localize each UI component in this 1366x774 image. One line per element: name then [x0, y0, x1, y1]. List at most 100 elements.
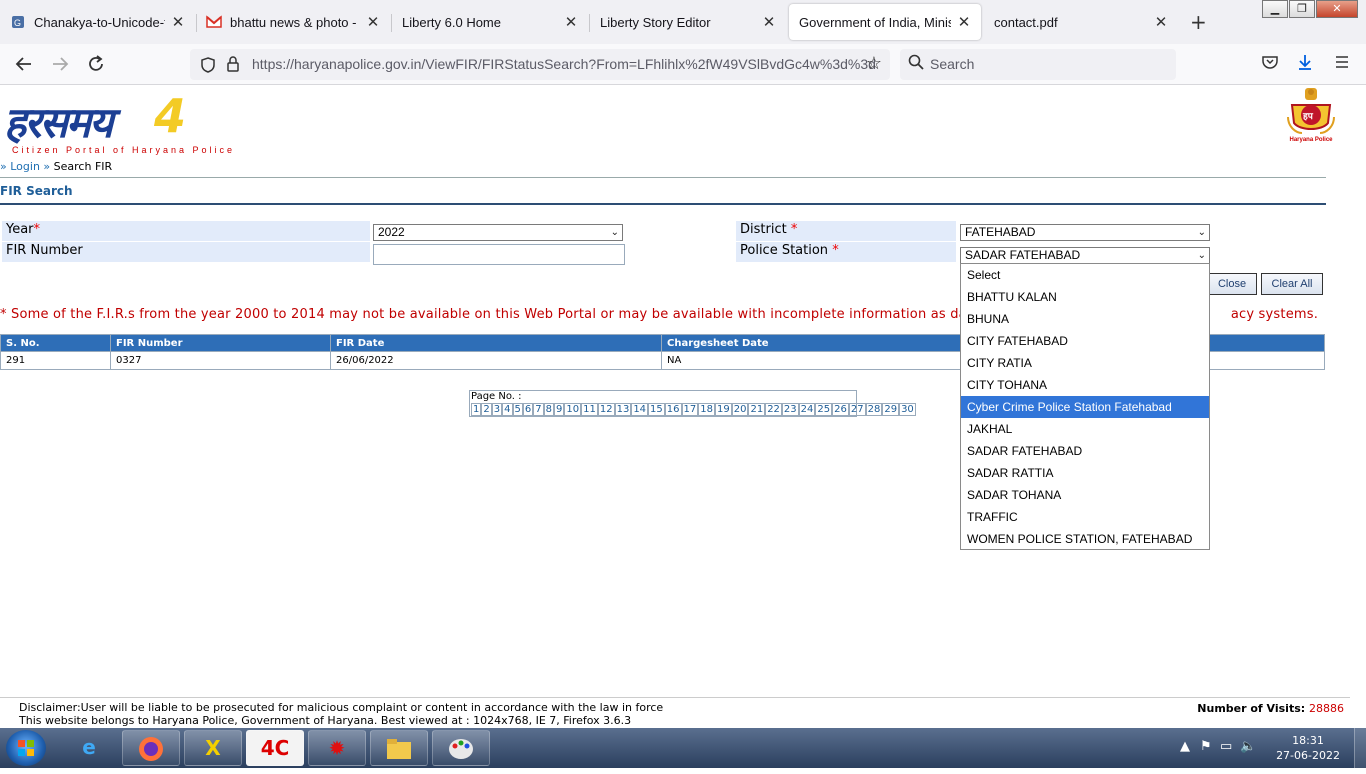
page-link[interactable]: 19 — [714, 403, 732, 416]
police-station-dropdown-list[interactable]: Select BHATTU KALAN BHUNA CITY FATEHABAD CIT… — [960, 263, 1210, 550]
window-close-button[interactable]: ✕ — [1316, 0, 1358, 18]
tab-contact-pdf[interactable]: contact.pdf ✕ — [984, 4, 1178, 40]
close-icon[interactable]: ✕ — [957, 13, 971, 31]
dropdown-option[interactable]: CITY FATEHABAD — [961, 330, 1209, 352]
bookmark-star-icon[interactable]: ☆ — [866, 53, 882, 74]
page-link[interactable]: 4 — [502, 403, 513, 416]
page-link[interactable]: 14 — [631, 403, 649, 416]
page-link[interactable]: 22 — [765, 403, 782, 416]
close-icon[interactable]: ✕ — [564, 13, 578, 31]
tab-government-of-india[interactable]: Government of India, Ministry ✕ — [789, 4, 981, 40]
page-link[interactable]: 1 — [471, 403, 482, 416]
page-link[interactable]: 12 — [597, 403, 615, 416]
xtreme-app-icon[interactable]: X — [184, 730, 242, 766]
dropdown-option[interactable]: BHUNA — [961, 308, 1209, 330]
page-link[interactable]: 23 — [781, 403, 799, 416]
action-center-flag-icon[interactable]: ⚑ — [1200, 739, 1212, 754]
login-link[interactable]: Login — [10, 160, 40, 173]
page-link[interactable]: 7 — [533, 403, 544, 416]
minimize-button[interactable]: ▁ — [1262, 0, 1288, 18]
page-link[interactable]: 28 — [865, 403, 883, 416]
new-tab-button[interactable]: + — [1190, 10, 1207, 34]
page-link[interactable]: 26 — [832, 403, 849, 416]
dropdown-option[interactable]: WOMEN POLICE STATION, FATEHABAD — [961, 528, 1209, 550]
reload-icon[interactable] — [84, 53, 108, 77]
lock-icon[interactable] — [226, 55, 240, 77]
tab-chanakya[interactable]: G Chanakya-to-Unicode-to- ✕ — [0, 4, 195, 40]
harsamay-logo: 4 हरसमय Citizen Portal of Haryana Police — [4, 89, 294, 159]
show-desktop-button[interactable] — [1354, 728, 1366, 768]
page-link[interactable]: 6 — [522, 403, 534, 416]
page-link[interactable]: 17 — [681, 403, 699, 416]
page-link[interactable]: 5 — [512, 403, 523, 416]
page-link[interactable]: 30 — [899, 403, 916, 416]
firefox-icon[interactable] — [122, 730, 180, 766]
windows-start-icon[interactable] — [6, 730, 46, 766]
page-link[interactable]: 11 — [581, 403, 598, 416]
page-link[interactable]: 2 — [481, 403, 492, 416]
shield-icon[interactable] — [200, 56, 216, 78]
dropdown-option[interactable]: SADAR TOHANA — [961, 484, 1209, 506]
paint-app-icon[interactable] — [432, 730, 490, 766]
dropdown-option[interactable]: BHATTU KALAN — [961, 286, 1209, 308]
page-title: FIR Search — [0, 184, 73, 198]
dropdown-option[interactable]: Select — [961, 264, 1209, 286]
chevron-down-icon: ⌄ — [1197, 227, 1206, 238]
network-icon[interactable]: ▭ — [1220, 739, 1232, 754]
dropdown-option[interactable]: TRAFFIC — [961, 506, 1209, 528]
close-icon[interactable]: ✕ — [1154, 13, 1168, 31]
tray-expand-icon[interactable]: ▲ — [1180, 739, 1190, 754]
volume-icon[interactable]: 🔈 — [1240, 739, 1256, 754]
page-link[interactable]: 13 — [614, 403, 632, 416]
tab-liberty-home[interactable]: Liberty 6.0 Home ✕ — [392, 4, 588, 40]
download-icon[interactable] — [1297, 54, 1313, 77]
dropdown-option[interactable]: CITY RATIA — [961, 352, 1209, 374]
clock-time: 18:31 — [1292, 734, 1324, 747]
page-link[interactable]: 27 — [848, 403, 866, 416]
page-link[interactable]: 15 — [648, 403, 665, 416]
dropdown-option[interactable]: SADAR RATTIA — [961, 462, 1209, 484]
page-link[interactable]: 25 — [815, 403, 833, 416]
tab-gmail[interactable]: bhattu news & photo - au ✕ — [196, 4, 390, 40]
clear-all-button[interactable]: Clear All — [1261, 273, 1323, 295]
forward-arrow-icon[interactable] — [48, 53, 72, 77]
maximize-button[interactable]: ❐ — [1289, 0, 1315, 18]
page-link[interactable]: 9 — [554, 403, 565, 416]
police-station-select[interactable]: SADAR FATEHABAD ⌄ — [960, 247, 1210, 264]
page-link[interactable]: 16 — [664, 403, 682, 416]
page-link[interactable]: 29 — [882, 403, 900, 416]
fir-number-input[interactable] — [373, 244, 625, 265]
close-icon[interactable]: ✕ — [762, 13, 776, 31]
internet-explorer-icon[interactable]: e — [60, 730, 118, 766]
page-link[interactable]: 21 — [748, 403, 766, 416]
district-select[interactable]: FATEHABAD ⌄ — [960, 224, 1210, 241]
close-button[interactable]: Close — [1207, 273, 1257, 295]
page-link[interactable]: 24 — [798, 403, 816, 416]
page-link[interactable]: 10 — [564, 403, 582, 416]
page-link[interactable]: 3 — [491, 403, 503, 416]
url-text[interactable]: https://haryanapolice.gov.in/ViewFIR/FIR… — [252, 56, 876, 72]
tab-title: Liberty Story Editor — [600, 14, 711, 30]
year-select[interactable]: 2022 ⌄ — [373, 224, 623, 241]
search-bar[interactable]: Search — [900, 49, 1176, 80]
dropdown-option[interactable]: JAKHAL — [961, 418, 1209, 440]
address-bar[interactable]: https://haryanapolice.gov.in/ViewFIR/FIR… — [190, 49, 890, 80]
page-link[interactable]: 8 — [543, 403, 554, 416]
close-icon[interactable]: ✕ — [366, 13, 380, 31]
menu-icon[interactable] — [1334, 54, 1350, 75]
page-link[interactable]: 20 — [731, 403, 749, 416]
dropdown-option[interactable]: CITY TOHANA — [961, 374, 1209, 396]
file-explorer-icon[interactable] — [370, 730, 428, 766]
clock[interactable]: 18:31 27-06-2022 — [1276, 733, 1340, 763]
page-link[interactable]: 18 — [698, 403, 715, 416]
back-arrow-icon[interactable] — [12, 53, 36, 77]
splash-app-icon[interactable]: ✹ — [308, 730, 366, 766]
logo-hindi-text: हरसमय — [4, 98, 113, 147]
column-header: FIR Number — [110, 334, 331, 352]
dropdown-option[interactable]: Cyber Crime Police Station Fatehabad — [961, 396, 1209, 418]
tab-liberty-editor[interactable]: Liberty Story Editor ✕ — [590, 4, 786, 40]
dropdown-option[interactable]: SADAR FATEHABAD — [961, 440, 1209, 462]
close-icon[interactable]: ✕ — [171, 13, 185, 31]
4c-app-icon[interactable]: 4C — [246, 730, 304, 766]
pocket-icon[interactable] — [1262, 54, 1278, 75]
